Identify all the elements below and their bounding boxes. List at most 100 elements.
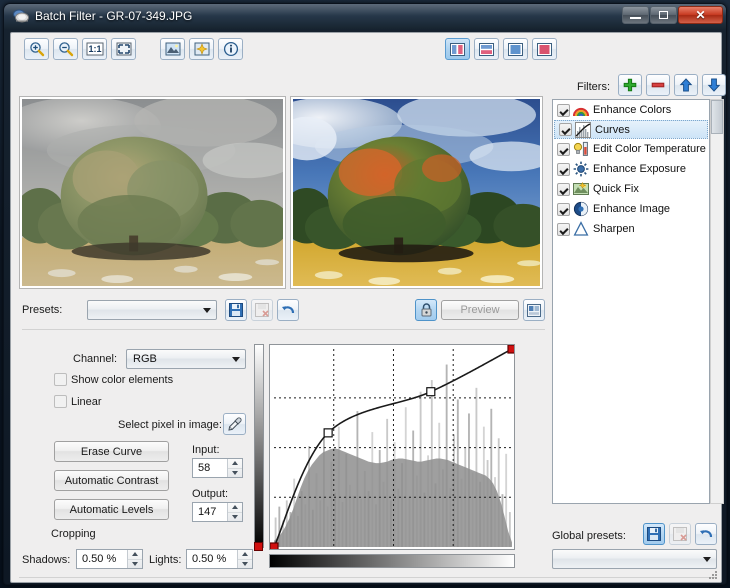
zoom-in-icon[interactable] [24, 38, 49, 60]
channel-combo[interactable]: RGB [126, 349, 246, 369]
save-preset-icon[interactable] [225, 299, 247, 321]
filter-item-label: Sharpen [593, 223, 635, 235]
show-result-icon[interactable] [532, 38, 557, 60]
result-preview[interactable] [290, 96, 543, 289]
shadows-stepper-up[interactable] [128, 550, 142, 560]
client-area: 1:1 [10, 32, 722, 583]
filter-item-enhance-image[interactable]: Enhance Image [553, 199, 709, 219]
filter-item-curves[interactable]: Curves [554, 120, 708, 139]
output-stepper-buttons[interactable] [227, 503, 242, 521]
curve-control-point[interactable] [324, 429, 332, 437]
actual-size-icon[interactable]: 1:1 [82, 38, 107, 60]
result-preview-image [293, 99, 540, 286]
linear-checkbox[interactable] [54, 395, 67, 408]
application-window: Batch Filter - GR-07-349.JPG ✕ [0, 0, 730, 588]
delete-preset-icon[interactable] [251, 299, 273, 321]
filter-checkbox[interactable] [557, 183, 570, 196]
filter-checkbox[interactable] [557, 223, 570, 236]
show-original-icon[interactable] [503, 38, 528, 60]
channel-label: Channel: [73, 353, 117, 365]
select-pixel-label: Select pixel in image: [118, 419, 222, 431]
reset-global-preset-icon[interactable] [695, 523, 717, 545]
divider-bottom [19, 577, 717, 578]
fit-to-window-icon[interactable] [111, 38, 136, 60]
input-stepper-down[interactable] [228, 469, 242, 478]
add-filter-icon[interactable] [618, 74, 642, 96]
curve-control-point[interactable] [270, 543, 278, 550]
window-title: Batch Filter - GR-07-349.JPG [35, 9, 192, 23]
tone-curve-canvas[interactable] [270, 345, 515, 550]
curve-control-point[interactable] [508, 345, 515, 353]
original-preview[interactable] [19, 96, 286, 289]
remove-filter-icon[interactable] [646, 74, 670, 96]
output-axis-marker[interactable] [254, 542, 263, 551]
filter-checkbox[interactable] [557, 143, 570, 156]
split-vertical-icon[interactable] [445, 38, 470, 60]
window-frame: Batch Filter - GR-07-349.JPG ✕ [3, 3, 727, 585]
output-stepper-down[interactable] [228, 513, 242, 522]
lights-stepper-buttons[interactable] [237, 550, 252, 568]
shadows-stepper-buttons[interactable] [127, 550, 142, 568]
title-bar[interactable]: Batch Filter - GR-07-349.JPG ✕ [4, 4, 727, 29]
filter-checkbox[interactable] [557, 203, 570, 216]
delete-global-preset-icon[interactable] [669, 523, 691, 545]
close-button[interactable]: ✕ [678, 6, 723, 24]
filters-list[interactable]: Enhance ColorsCurvesEdit Color Temperatu… [552, 99, 710, 504]
presets-combo[interactable] [87, 300, 217, 320]
filters-scrollbar[interactable] [710, 99, 724, 504]
filter-item-sharpen[interactable]: Sharpen [553, 219, 709, 239]
automatic-levels-label: Automatic Levels [70, 504, 154, 516]
erase-curve-button[interactable]: Erase Curve [54, 441, 169, 462]
save-global-preset-icon[interactable] [643, 523, 665, 545]
tone-curve-graph[interactable] [269, 344, 515, 550]
filter-checkbox[interactable] [559, 123, 572, 136]
input-label: Input: [192, 444, 220, 456]
input-stepper-up[interactable] [228, 459, 242, 469]
move-down-icon[interactable] [702, 74, 726, 96]
channel-combo-value: RGB [127, 353, 157, 365]
filter-item-edit-color-temperature[interactable]: Edit Color Temperature [553, 139, 709, 159]
global-presets-combo[interactable] [552, 549, 717, 569]
minimize-button[interactable] [622, 6, 649, 24]
shadows-stepper[interactable]: 0.50 % [76, 549, 143, 569]
output-stepper[interactable]: 147 [192, 502, 243, 522]
input-value: 58 [193, 462, 227, 474]
input-stepper-buttons[interactable] [227, 459, 242, 477]
split-horizontal-icon[interactable] [474, 38, 499, 60]
automatic-contrast-button[interactable]: Automatic Contrast [54, 470, 169, 491]
effects-icon[interactable] [189, 38, 214, 60]
lights-stepper-up[interactable] [238, 550, 252, 560]
filter-item-label: Enhance Exposure [593, 163, 686, 175]
image-info-icon[interactable] [160, 38, 185, 60]
chevron-down-icon [232, 357, 240, 362]
lights-stepper-down[interactable] [238, 560, 252, 569]
eyedropper-icon[interactable] [223, 413, 246, 435]
filter-item-quick-fix[interactable]: Quick Fix [553, 179, 709, 199]
automatic-contrast-label: Automatic Contrast [65, 475, 159, 487]
info-icon[interactable] [218, 38, 243, 60]
resize-grip[interactable] [708, 570, 718, 580]
reset-preset-icon[interactable] [277, 299, 299, 321]
input-stepper[interactable]: 58 [192, 458, 243, 478]
chevron-down-icon [703, 557, 711, 562]
filter-checkbox[interactable] [557, 104, 570, 117]
maximize-button[interactable] [650, 6, 677, 24]
preview-layout-icon[interactable] [523, 299, 545, 321]
filter-item-enhance-exposure[interactable]: Enhance Exposure [553, 159, 709, 179]
window-controls: ✕ [621, 6, 723, 24]
curve-control-point[interactable] [427, 388, 435, 396]
filter-checkbox[interactable] [557, 163, 570, 176]
original-preview-image [22, 99, 283, 286]
lock-preview-icon[interactable] [415, 299, 437, 321]
preview-button[interactable]: Preview [441, 300, 519, 320]
show-color-elements-checkbox[interactable] [54, 373, 67, 386]
output-label: Output: [192, 488, 228, 500]
shadows-stepper-down[interactable] [128, 560, 142, 569]
output-stepper-up[interactable] [228, 503, 242, 513]
filter-item-enhance-colors[interactable]: Enhance Colors [553, 100, 709, 120]
move-up-icon[interactable] [674, 74, 698, 96]
zoom-out-icon[interactable] [53, 38, 78, 60]
filters-scrollbar-thumb[interactable] [711, 100, 723, 134]
automatic-levels-button[interactable]: Automatic Levels [54, 499, 169, 520]
lights-stepper[interactable]: 0.50 % [186, 549, 253, 569]
